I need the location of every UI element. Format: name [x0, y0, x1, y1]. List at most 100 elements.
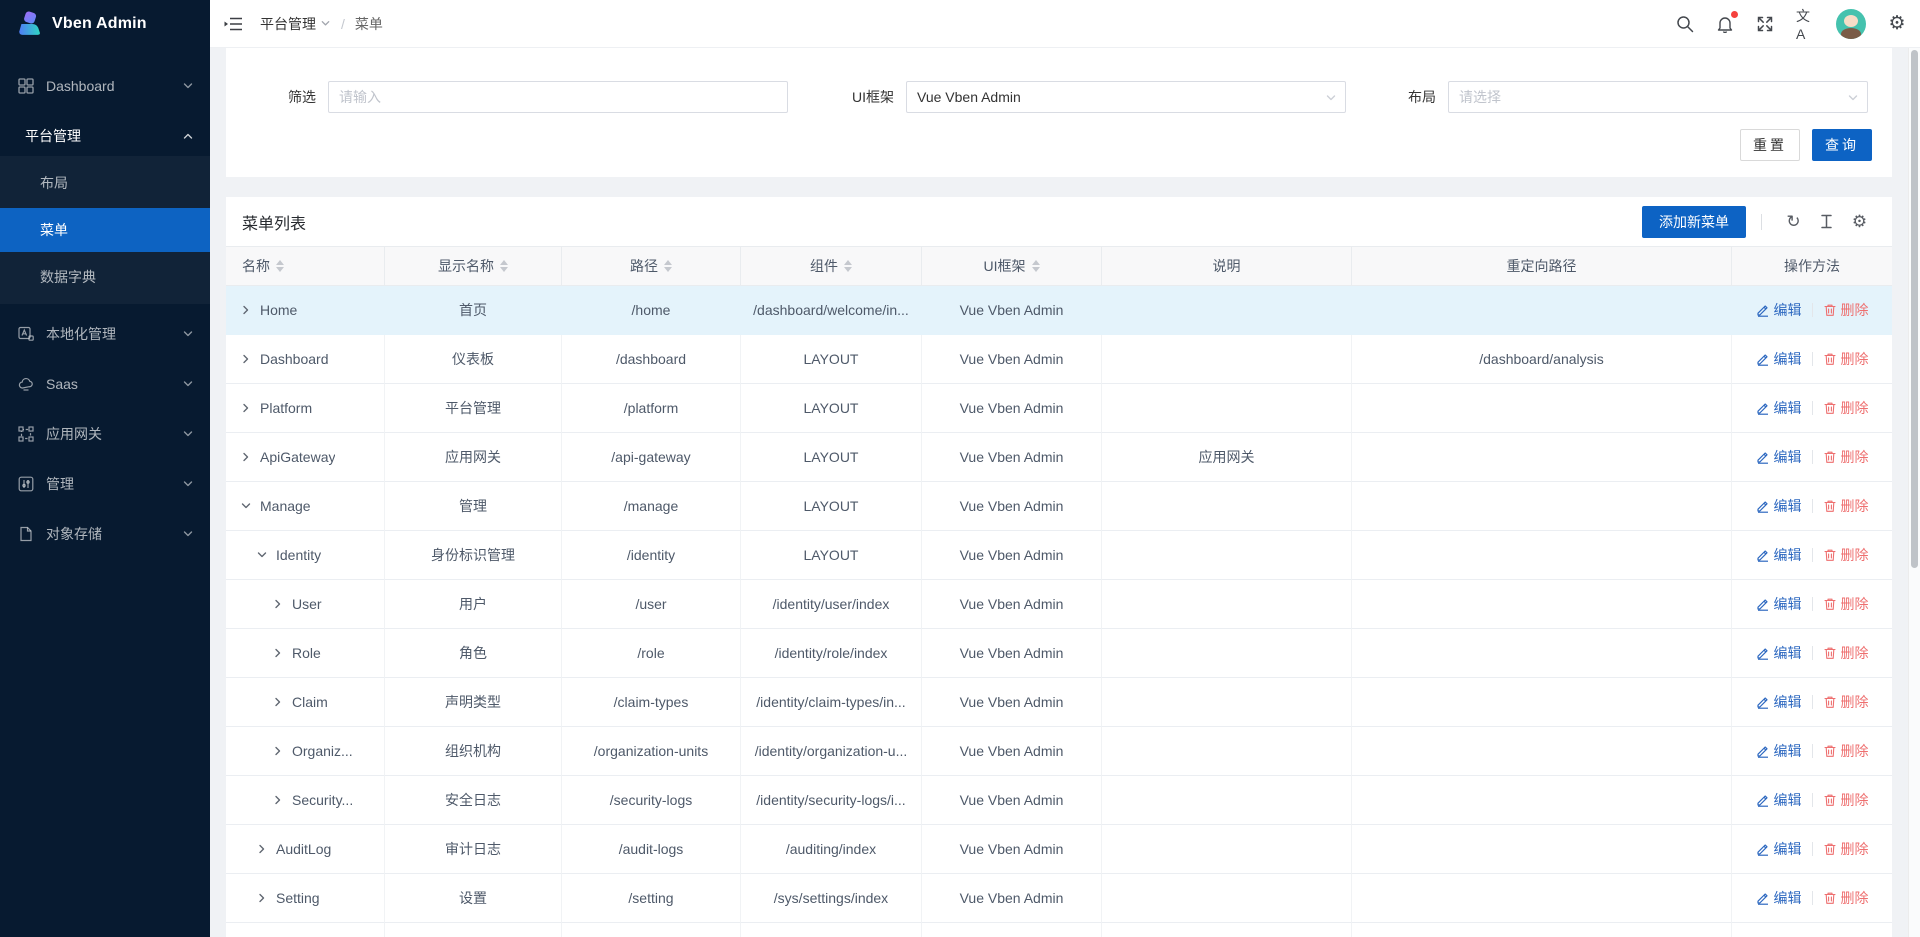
search-icon[interactable]	[1676, 15, 1694, 33]
collapse-row-icon[interactable]	[256, 549, 268, 561]
delete-link[interactable]: 删除	[1823, 839, 1869, 859]
delete-link[interactable]: 删除	[1823, 741, 1869, 761]
translate-icon[interactable]: 文A	[1796, 15, 1814, 33]
search-button[interactable]: 查询	[1812, 129, 1872, 161]
expand-row-icon[interactable]	[272, 794, 284, 806]
expand-row-icon[interactable]	[240, 402, 252, 414]
edit-link[interactable]: 编辑	[1756, 741, 1802, 761]
delete-link[interactable]: 删除	[1823, 594, 1869, 614]
row-height-icon[interactable]	[1818, 213, 1835, 230]
edit-link[interactable]: 编辑	[1756, 349, 1802, 369]
delete-link[interactable]: 删除	[1823, 349, 1869, 369]
row-name: Dashboard	[260, 351, 329, 367]
notification-bell-icon[interactable]	[1716, 15, 1734, 33]
scrollbar-thumb[interactable]	[1911, 50, 1918, 568]
page-scrollbar[interactable]	[1908, 48, 1920, 937]
table-row[interactable]: Claim声明类型/claim-types/identity/claim-typ…	[226, 678, 1892, 727]
table-row[interactable]: Identity身份标识管理/identityLAYOUTVue Vben Ad…	[226, 531, 1892, 580]
sidebar-item-layout[interactable]: 布局	[0, 161, 210, 205]
add-menu-button[interactable]: 添加新菜单	[1642, 206, 1746, 238]
column-settings-gear-icon[interactable]: ⚙	[1851, 213, 1868, 230]
pencil-icon	[1756, 548, 1770, 562]
delete-link[interactable]: 删除	[1823, 643, 1869, 663]
collapse-menu-icon[interactable]	[224, 16, 242, 32]
ui-framework-select[interactable]: Vue Vben Admin	[906, 81, 1346, 113]
sidebar-item-localization[interactable]: 本地化管理	[0, 314, 210, 354]
reset-button[interactable]: 重置	[1740, 129, 1800, 161]
table-row[interactable]: Manage管理/manageLAYOUTVue Vben Admin编辑删除	[226, 482, 1892, 531]
settings-gear-icon[interactable]: ⚙	[1888, 15, 1906, 33]
expand-row-icon[interactable]	[240, 451, 252, 463]
table-row[interactable]	[226, 923, 1892, 937]
delete-link[interactable]: 删除	[1823, 545, 1869, 565]
avatar[interactable]	[1836, 9, 1866, 39]
delete-link[interactable]: 删除	[1823, 888, 1869, 908]
sidebar-item-gateway[interactable]: 应用网关	[0, 414, 210, 454]
table-row[interactable]: AuditLog审计日志/audit-logs/auditing/indexVu…	[226, 825, 1892, 874]
table-row[interactable]: Security...安全日志/security-logs/identity/s…	[226, 776, 1892, 825]
edit-link[interactable]: 编辑	[1756, 496, 1802, 516]
expand-row-icon[interactable]	[240, 304, 252, 316]
column-header-path[interactable]: 路径	[562, 247, 741, 286]
pencil-icon	[1756, 303, 1770, 317]
edit-link[interactable]: 编辑	[1756, 839, 1802, 859]
edit-link[interactable]: 编辑	[1756, 790, 1802, 810]
table-row[interactable]: Setting设置/setting/sys/settings/indexVue …	[226, 874, 1892, 923]
sidebar-item-menu[interactable]: 菜单	[0, 208, 210, 252]
edit-link[interactable]: 编辑	[1756, 545, 1802, 565]
sort-icon[interactable]	[500, 260, 508, 272]
sort-icon[interactable]	[664, 260, 672, 272]
edit-link[interactable]: 编辑	[1756, 447, 1802, 467]
column-header-name[interactable]: 名称	[226, 247, 385, 286]
table-row[interactable]: Platform平台管理/platformLAYOUTVue Vben Admi…	[226, 384, 1892, 433]
fullscreen-icon[interactable]	[1756, 15, 1774, 33]
layout-select[interactable]: 请选择	[1448, 81, 1868, 113]
cell-path: /platform	[562, 384, 741, 433]
action-divider	[1812, 548, 1813, 562]
table-row[interactable]: Dashboard仪表板/dashboardLAYOUTVue Vben Adm…	[226, 335, 1892, 384]
cell-actions: 编辑 删除	[1732, 384, 1892, 433]
delete-link[interactable]: 删除	[1823, 447, 1869, 467]
sort-icon[interactable]	[276, 260, 284, 272]
table-row[interactable]: Organiz...组织机构/organization-units/identi…	[226, 727, 1892, 776]
delete-link[interactable]: 删除	[1823, 398, 1869, 418]
sidebar-group-platform[interactable]: 平台管理	[0, 116, 210, 156]
column-header-component[interactable]: 组件	[741, 247, 922, 286]
delete-link[interactable]: 删除	[1823, 496, 1869, 516]
sidebar-item-dashboard[interactable]: Dashboard	[0, 66, 210, 106]
delete-link[interactable]: 删除	[1823, 790, 1869, 810]
delete-link[interactable]: 删除	[1823, 692, 1869, 712]
cell-ui: Vue Vben Admin	[922, 776, 1102, 825]
refresh-icon[interactable]: ↻	[1785, 213, 1802, 230]
table-row[interactable]: Role角色/role/identity/role/indexVue Vben …	[226, 629, 1892, 678]
edit-link[interactable]: 编辑	[1756, 398, 1802, 418]
expand-row-icon[interactable]	[272, 745, 284, 757]
expand-row-icon[interactable]	[256, 892, 268, 904]
sidebar-item-saas[interactable]: Saas	[0, 364, 210, 404]
sort-icon[interactable]	[1032, 260, 1040, 272]
sort-icon[interactable]	[844, 260, 852, 272]
table-row[interactable]: User用户/user/identity/user/indexVue Vben …	[226, 580, 1892, 629]
table-row[interactable]: ApiGateway应用网关/api-gatewayLAYOUTVue Vben…	[226, 433, 1892, 482]
expand-row-icon[interactable]	[240, 353, 252, 365]
collapse-row-icon[interactable]	[240, 500, 252, 512]
column-header-ui-framework[interactable]: UI框架	[922, 247, 1102, 286]
expand-row-icon[interactable]	[256, 843, 268, 855]
logo[interactable]: Vben Admin	[0, 0, 210, 48]
column-header-display-name[interactable]: 显示名称	[385, 247, 562, 286]
sidebar-item-manage[interactable]: 管理	[0, 464, 210, 504]
edit-link[interactable]: 编辑	[1756, 594, 1802, 614]
filter-input[interactable]	[328, 81, 788, 113]
edit-link[interactable]: 编辑	[1756, 300, 1802, 320]
table-row[interactable]: Home首页/home/dashboard/welcome/in...Vue V…	[226, 286, 1892, 335]
expand-row-icon[interactable]	[272, 647, 284, 659]
edit-link[interactable]: 编辑	[1756, 888, 1802, 908]
delete-link[interactable]: 删除	[1823, 300, 1869, 320]
edit-link[interactable]: 编辑	[1756, 692, 1802, 712]
breadcrumb-parent[interactable]: 平台管理	[260, 14, 331, 34]
sidebar-item-object-storage[interactable]: 对象存储	[0, 514, 210, 554]
sidebar-item-data-dictionary[interactable]: 数据字典	[0, 255, 210, 299]
expand-row-icon[interactable]	[272, 598, 284, 610]
expand-row-icon[interactable]	[272, 696, 284, 708]
edit-link[interactable]: 编辑	[1756, 643, 1802, 663]
